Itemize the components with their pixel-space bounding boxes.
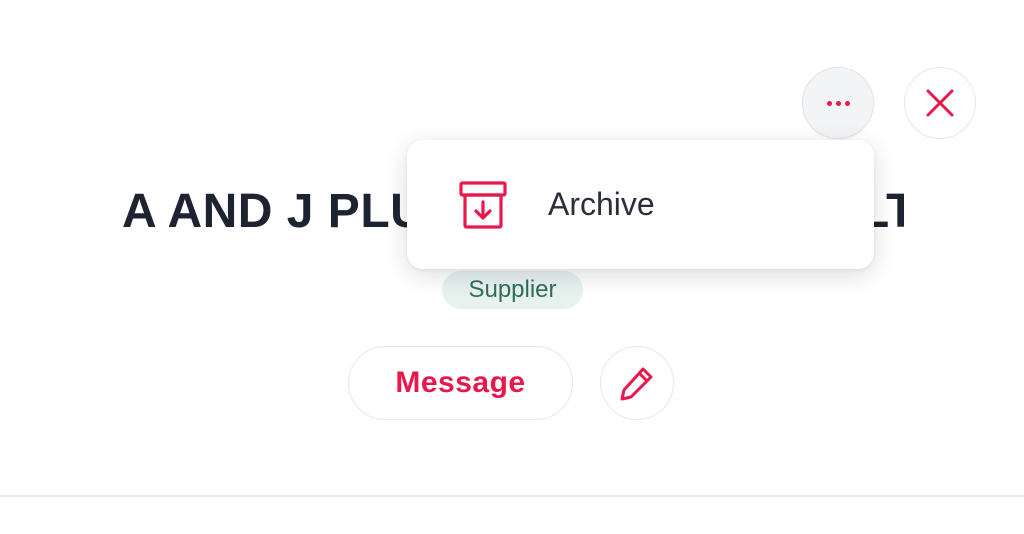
- more-options-button[interactable]: [802, 67, 874, 139]
- edit-button[interactable]: [600, 346, 674, 420]
- more-options-menu: Archive: [407, 140, 874, 269]
- pencil-icon: [620, 367, 653, 401]
- menu-item-label: Archive: [548, 186, 655, 222]
- contact-detail-panel: A AND J PLUMBING COMPANY LTD. Supplier M…: [0, 0, 1024, 534]
- menu-item-archive[interactable]: Archive: [407, 140, 874, 269]
- archive-icon: [459, 181, 507, 229]
- more-horizontal-icon: [826, 100, 850, 106]
- message-button[interactable]: Message: [348, 346, 573, 420]
- divider: [0, 495, 1024, 497]
- close-button[interactable]: [904, 67, 976, 139]
- close-icon: [926, 89, 954, 117]
- status-badge: Supplier: [442, 271, 583, 309]
